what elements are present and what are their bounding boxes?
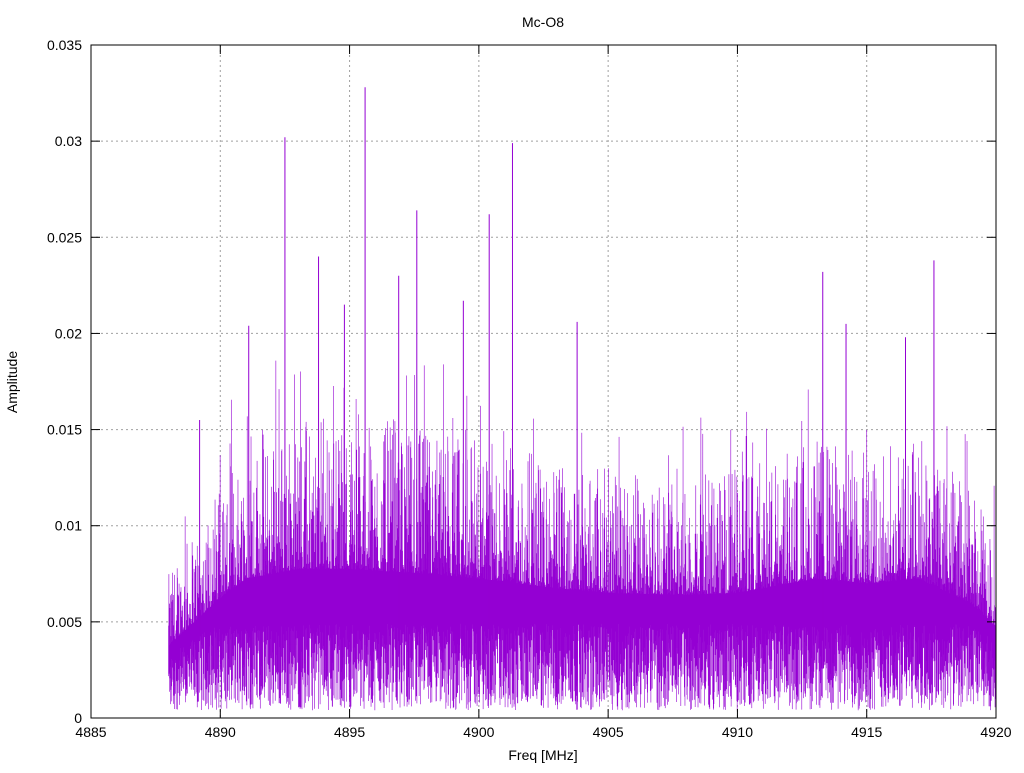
x-tick-label: 4920 — [980, 724, 1011, 740]
y-tick-label: 0.02 — [55, 325, 82, 341]
x-tick-label: 4890 — [205, 724, 236, 740]
y-tick-label: 0.035 — [47, 37, 82, 53]
y-axis-label: Amplitude — [4, 351, 20, 413]
x-tick-label: 4895 — [334, 724, 365, 740]
x-tick-label: 4900 — [463, 724, 494, 740]
x-tick-label: 4885 — [75, 724, 106, 740]
spectrum-chart: Mc-O8 4885 4890 4895 4900 4905 4910 4915 4920 0 0… — [4, 14, 1012, 763]
x-axis-label: Freq [MHz] — [508, 747, 577, 763]
y-tick-label: 0.005 — [47, 614, 82, 630]
spectrum-line — [168, 360, 997, 711]
y-tick-label: 0.025 — [47, 229, 82, 245]
y-tick-label: 0 — [74, 710, 82, 726]
y-tick-label: 0.01 — [55, 518, 82, 534]
spectrum-series — [168, 87, 997, 711]
x-tick-label: 4910 — [722, 724, 753, 740]
x-tick-label: 4915 — [851, 724, 882, 740]
y-tick-label: 0.015 — [47, 422, 82, 438]
chart-title: Mc-O8 — [522, 14, 564, 30]
x-tick-label: 4905 — [593, 724, 624, 740]
y-tick-label: 0.03 — [55, 133, 82, 149]
